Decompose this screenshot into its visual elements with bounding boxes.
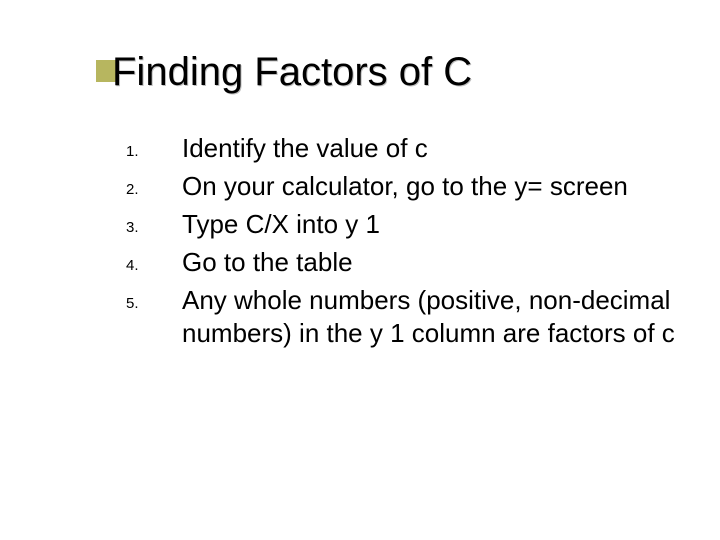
slide-title: Finding Factors of C — [112, 50, 472, 94]
list-text: Any whole numbers (positive, non-decimal… — [182, 284, 680, 351]
list-number: 1. — [126, 132, 182, 170]
list-number: 3. — [126, 208, 182, 246]
list-text: Identify the value of c — [182, 132, 428, 165]
list-item: 1. Identify the value of c — [126, 132, 680, 170]
list-text: Type C/X into y 1 — [182, 208, 380, 241]
list-number: 2. — [126, 170, 182, 208]
list-item: 5. Any whole numbers (positive, non-deci… — [126, 284, 680, 351]
list-text: Go to the table — [182, 246, 353, 279]
list-item: 3. Type C/X into y 1 — [126, 208, 680, 246]
list-item: 4. Go to the table — [126, 246, 680, 284]
list-item: 2. On your calculator, go to the y= scre… — [126, 170, 680, 208]
ordered-list: 1. Identify the value of c 2. On your ca… — [126, 132, 680, 351]
list-number: 4. — [126, 246, 182, 284]
slide: Finding Factors of C 1. Identify the val… — [0, 0, 720, 540]
list-number: 5. — [126, 284, 182, 322]
title-block: Finding Factors of C — [96, 50, 680, 94]
list-text: On your calculator, go to the y= screen — [182, 170, 628, 203]
